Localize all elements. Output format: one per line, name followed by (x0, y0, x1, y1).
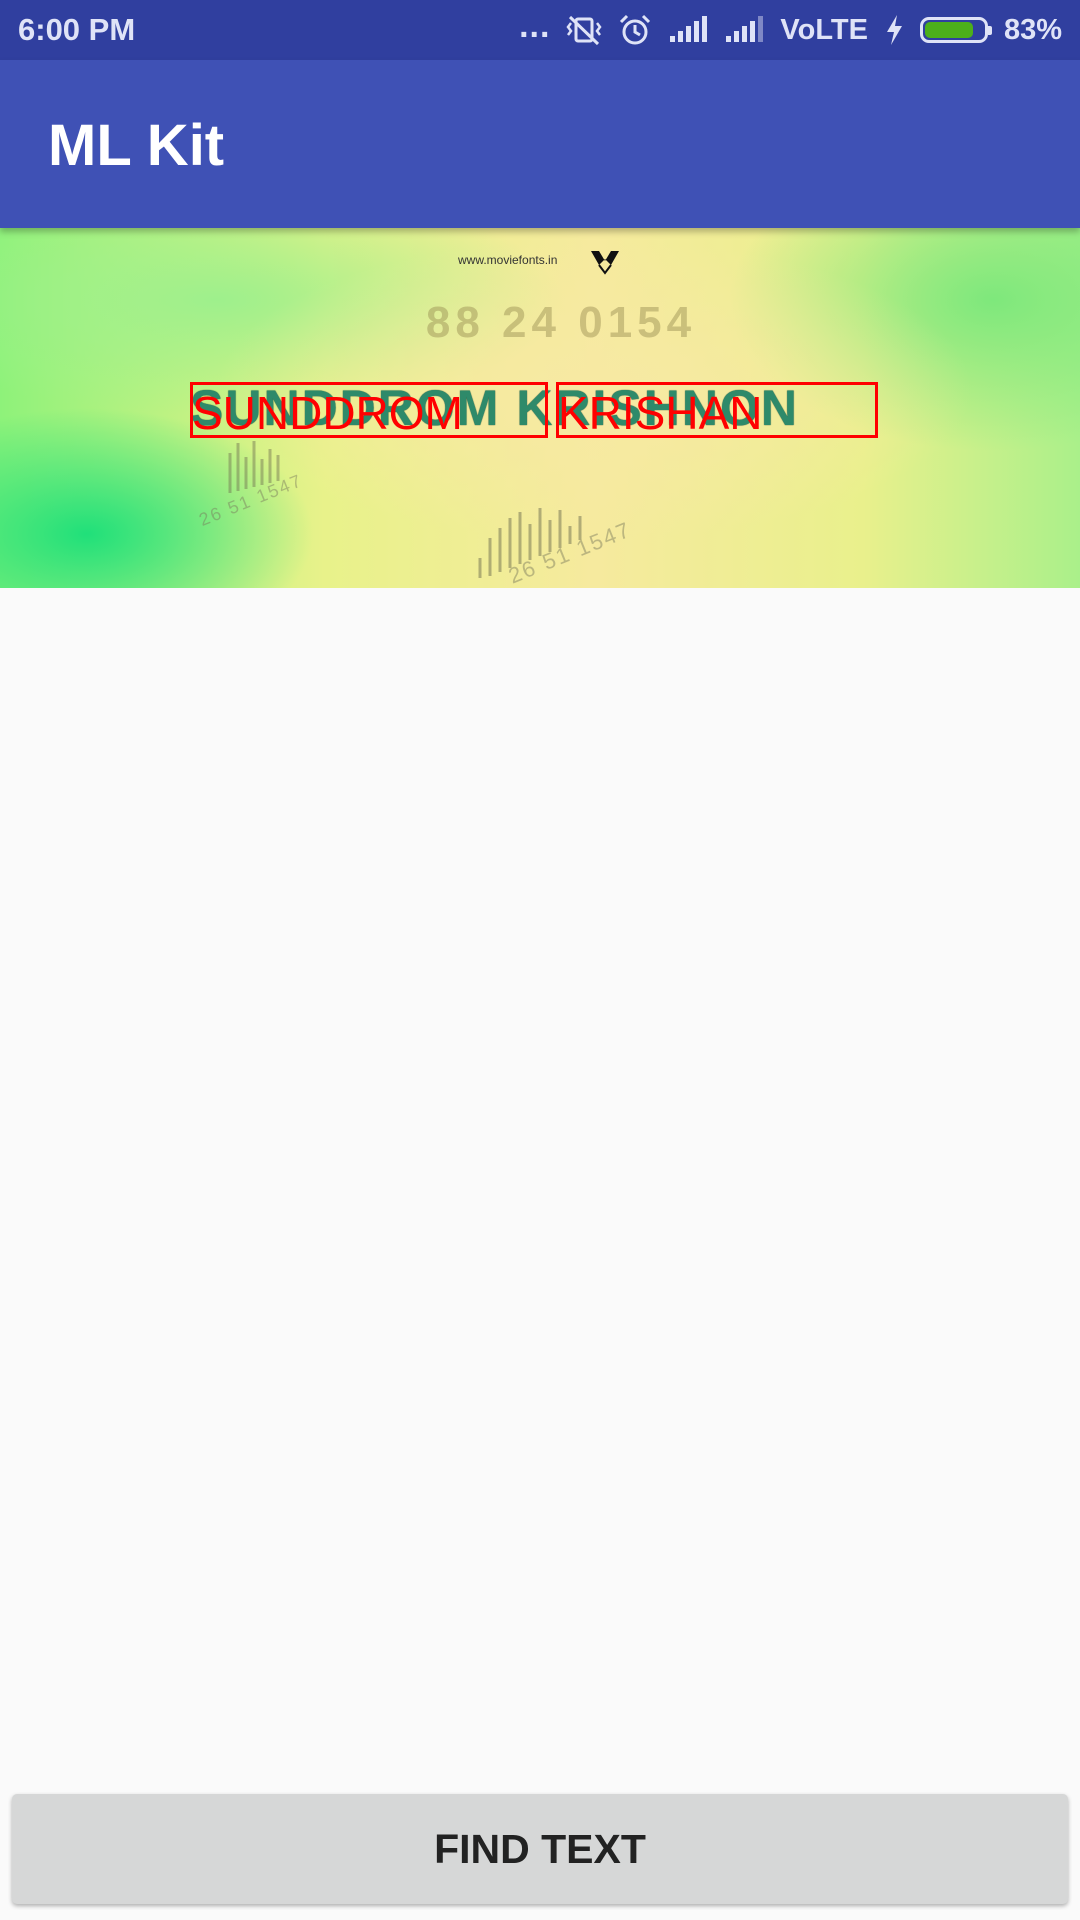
poster-website-text: www.moviefonts.in (458, 253, 558, 267)
alarm-icon (618, 13, 652, 47)
status-icons: ... VoLTE 83% (519, 7, 1062, 47)
ocr-label-word-2: KRISHAN (558, 387, 763, 439)
app-title: ML Kit (48, 113, 225, 178)
app-bar: ML Kit (0, 60, 1080, 228)
signal-icon (724, 16, 764, 44)
poster-number: 88 24 0154 (425, 298, 697, 347)
battery-percent: 83% (1003, 13, 1062, 46)
find-text-button[interactable]: FIND TEXT (12, 1794, 1068, 1904)
ocr-label-word-1: SUNDDROM (192, 387, 463, 439)
status-time: 6:00 PM (18, 12, 136, 47)
charging-bolt-icon (884, 14, 904, 46)
moviefonts-logo-icon (589, 247, 621, 282)
more-dots-icon: ... (519, 7, 551, 45)
battery-icon (919, 17, 992, 43)
status-bar: 6:00 PM ... VoLTE 83% (0, 0, 1080, 60)
image-preview: www.moviefonts.in 88 24 0154 26 51 1547 … (0, 228, 1080, 588)
vibrate-off-icon (566, 13, 602, 47)
network-type: VoLTE (780, 13, 868, 46)
signal-icon (668, 16, 708, 44)
battery-level (924, 22, 974, 38)
